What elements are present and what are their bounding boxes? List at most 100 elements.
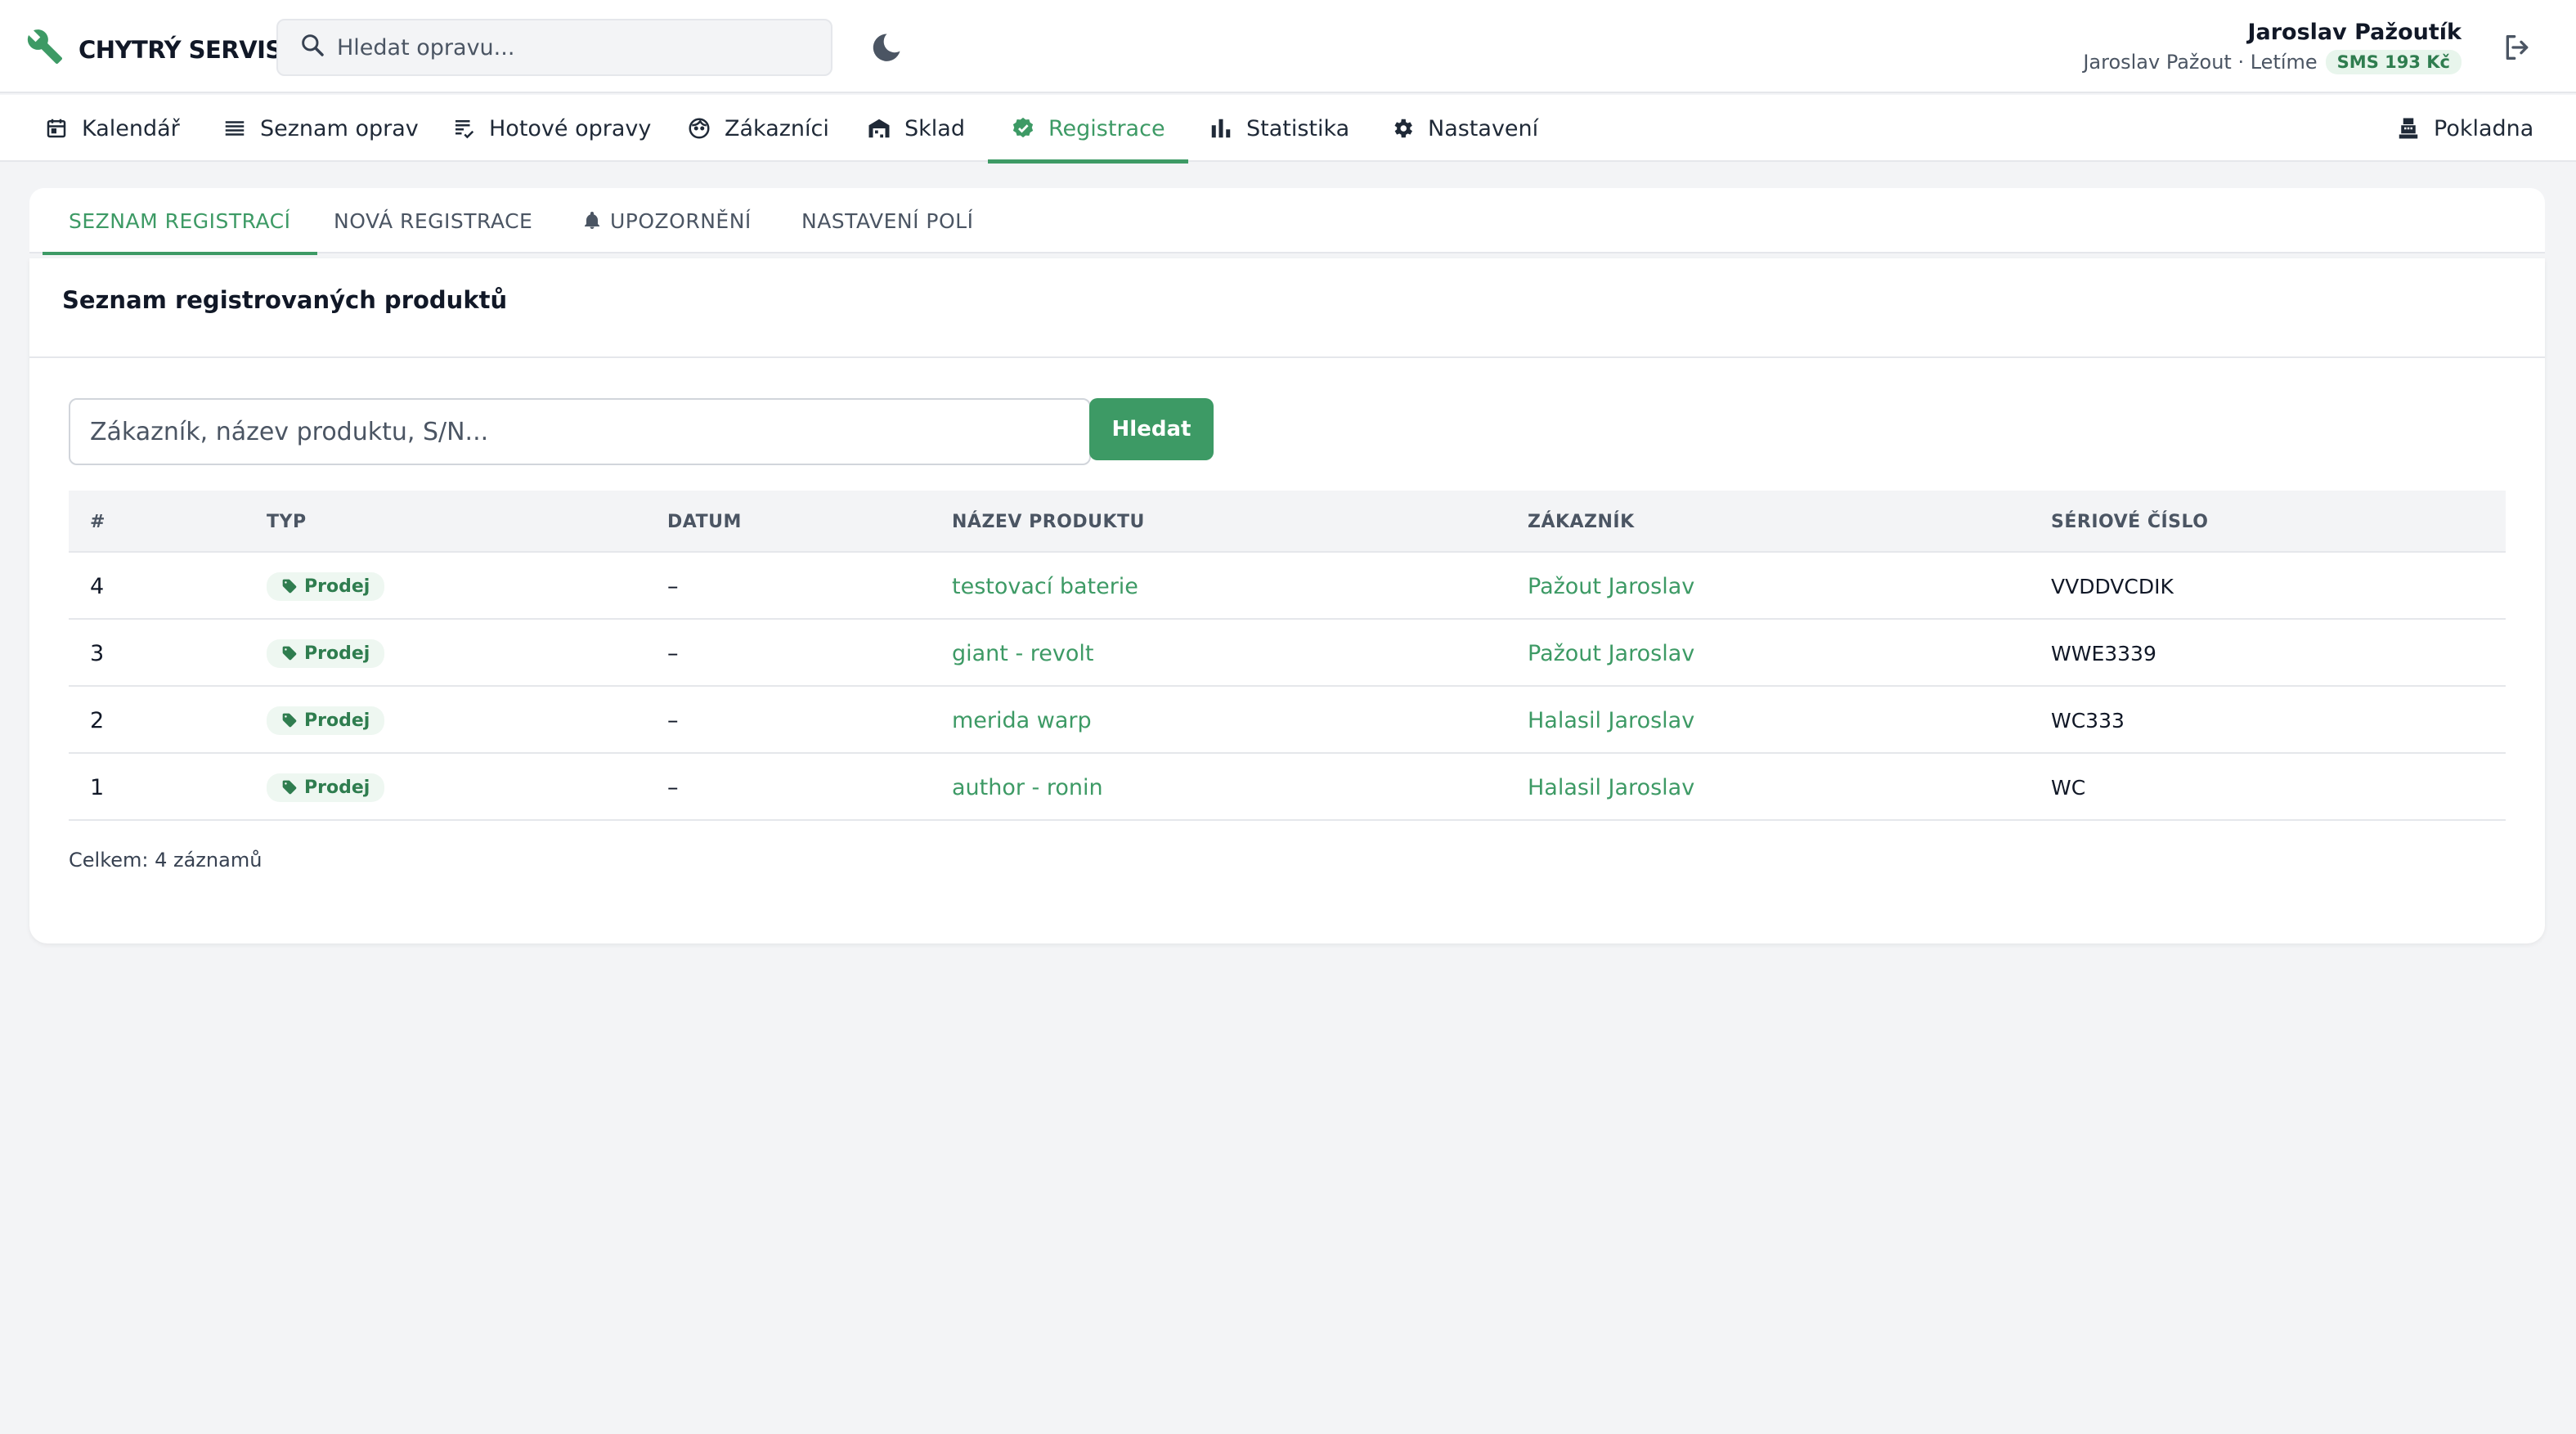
type-badge: Prodej — [267, 773, 385, 802]
cell-date: – — [667, 640, 679, 666]
type-label: Prodej — [304, 710, 370, 731]
product-link[interactable]: author - ronin — [952, 754, 1103, 821]
repair-search[interactable] — [276, 19, 832, 76]
column-header-date[interactable]: DATUM — [667, 491, 742, 553]
product-link[interactable]: giant - revolt — [952, 620, 1094, 687]
tab-registration-list[interactable]: SEZNAM REGISTRACÍ — [43, 188, 316, 255]
cell-number: 1 — [90, 774, 105, 800]
logout-button[interactable] — [2501, 31, 2533, 64]
user-company: Jaroslav Pažout · Letíme — [2083, 51, 2318, 74]
column-header-type[interactable]: TYP — [267, 491, 307, 553]
cell-serial: WWE3339 — [2051, 641, 2156, 665]
nav-label: Statistika — [1246, 115, 1350, 141]
face-icon — [689, 118, 710, 139]
nav-cash-register[interactable]: Pokladna — [2396, 95, 2533, 162]
type-label: Prodej — [304, 576, 370, 597]
product-link[interactable]: merida warp — [952, 687, 1092, 754]
brand[interactable]: CHYTRÝ SERVIS — [26, 28, 282, 71]
product-link[interactable]: testovací baterie — [952, 553, 1138, 620]
type-badge: Prodej — [267, 571, 385, 601]
tab-label: NOVÁ REGISTRACE — [334, 208, 533, 233]
type-badge: Prodej — [267, 706, 385, 735]
tab-label: NASTAVENÍ POLÍ — [801, 208, 974, 233]
tag-icon — [282, 579, 297, 594]
column-header-serial[interactable]: SÉRIOVÉ ČÍSLO — [2051, 491, 2208, 553]
moon-icon — [873, 34, 900, 61]
nav-label: Registrace — [1048, 115, 1165, 141]
tab-notifications[interactable]: UPOZORNĚNÍ — [582, 188, 752, 253]
customer-link[interactable]: Pažout Jaroslav — [1528, 553, 1694, 620]
cell-number: 2 — [90, 707, 105, 733]
search-button[interactable]: Hledat — [1089, 398, 1214, 460]
type-label: Prodej — [304, 777, 370, 798]
column-header-product[interactable]: NÁZEV PRODUKTU — [952, 491, 1145, 553]
table-row[interactable]: 1 Prodej – author - ronin Halasil Jarosl… — [69, 754, 2506, 821]
column-header-customer[interactable]: ZÁKAZNÍK — [1528, 491, 1635, 553]
registrations-card: Seznam registrovaných produktů Hledat # … — [29, 258, 2545, 943]
cell-date: – — [667, 573, 679, 599]
nav-settings[interactable]: Nastavení — [1390, 95, 1538, 162]
tag-icon — [282, 646, 297, 661]
checklist-icon — [456, 120, 474, 139]
registration-filter-input[interactable] — [69, 398, 1091, 465]
cash-register-icon — [2399, 118, 2418, 139]
table-row[interactable]: 3 Prodej – giant - revolt Pažout Jarosla… — [69, 620, 2506, 687]
app-header: CHYTRÝ SERVIS Jaroslav Pažoutík Jaroslav… — [0, 0, 2576, 93]
registration-tabs: SEZNAM REGISTRACÍ NOVÁ REGISTRACE UPOZOR… — [29, 188, 2545, 255]
repair-search-input[interactable] — [337, 34, 795, 60]
main-navigation: Kalendář Seznam oprav Hotové opravy Záka… — [0, 95, 2576, 164]
customer-link[interactable]: Halasil Jaroslav — [1528, 687, 1694, 754]
logout-icon — [2506, 35, 2529, 60]
column-header-number[interactable]: # — [90, 491, 105, 553]
cell-type: Prodej — [267, 687, 385, 754]
tab-new-registration[interactable]: NOVÁ REGISTRACE — [334, 188, 532, 253]
cell-number: 4 — [90, 573, 105, 599]
nav-label: Pokladna — [2434, 115, 2534, 141]
tab-field-settings[interactable]: NASTAVENÍ POLÍ — [801, 188, 973, 253]
type-label: Prodej — [304, 643, 370, 664]
tag-icon — [282, 780, 297, 795]
cell-number: 3 — [90, 640, 105, 666]
sms-credit-badge: SMS 193 Kč — [2325, 50, 2462, 74]
customer-link[interactable]: Halasil Jaroslav — [1528, 754, 1694, 821]
user-info: Jaroslav Pažoutík Jaroslav Pažout · Letí… — [2083, 20, 2462, 74]
verified-icon — [1012, 117, 1034, 138]
user-name: Jaroslav Pažoutík — [2247, 20, 2462, 45]
search-icon — [299, 32, 325, 64]
table-row[interactable]: 2 Prodej – merida warp Halasil Jaroslav … — [69, 687, 2506, 754]
cell-date: – — [667, 774, 679, 800]
nav-registrations[interactable]: Registrace — [988, 95, 1188, 164]
cell-serial: WC333 — [2051, 708, 2125, 733]
bar-chart-icon — [1211, 119, 1231, 138]
nav-customers[interactable]: Zákazníci — [687, 95, 829, 162]
records-total: Celkem: 4 záznamů — [69, 849, 263, 872]
type-badge: Prodej — [267, 639, 385, 668]
cell-date: – — [667, 707, 679, 733]
nav-statistics[interactable]: Statistika — [1209, 95, 1349, 162]
nav-finished-repairs[interactable]: Hotové opravy — [451, 95, 651, 162]
nav-calendar[interactable]: Kalendář — [44, 95, 180, 162]
user-subtitle: Jaroslav Pažout · Letíme SMS 193 Kč — [2083, 50, 2462, 74]
warehouse-icon — [868, 119, 890, 138]
divider — [29, 356, 2545, 358]
registrations-table: # TYP DATUM NÁZEV PRODUKTU ZÁKAZNÍK SÉRI… — [69, 491, 2506, 821]
table-row[interactable]: 4 Prodej – testovací baterie Pažout Jaro… — [69, 553, 2506, 620]
dark-mode-toggle[interactable] — [870, 31, 903, 64]
nav-label: Sklad — [904, 115, 965, 141]
cell-type: Prodej — [267, 620, 385, 687]
nav-label: Seznam oprav — [260, 115, 419, 141]
nav-label: Zákazníci — [725, 115, 829, 141]
tag-icon — [282, 713, 297, 728]
bell-icon — [585, 212, 599, 229]
gear-icon — [1394, 119, 1412, 138]
nav-label: Nastavení — [1428, 115, 1539, 141]
nav-label: Hotové opravy — [489, 115, 652, 141]
nav-label: Kalendář — [82, 115, 180, 141]
cell-type: Prodej — [267, 553, 385, 620]
wrench-icon — [26, 28, 64, 71]
table-header: # TYP DATUM NÁZEV PRODUKTU ZÁKAZNÍK SÉRI… — [69, 491, 2506, 553]
cell-type: Prodej — [267, 754, 385, 821]
customer-link[interactable]: Pažout Jaroslav — [1528, 620, 1694, 687]
nav-warehouse[interactable]: Sklad — [867, 95, 965, 162]
nav-repairs-list[interactable]: Seznam oprav — [222, 95, 419, 162]
